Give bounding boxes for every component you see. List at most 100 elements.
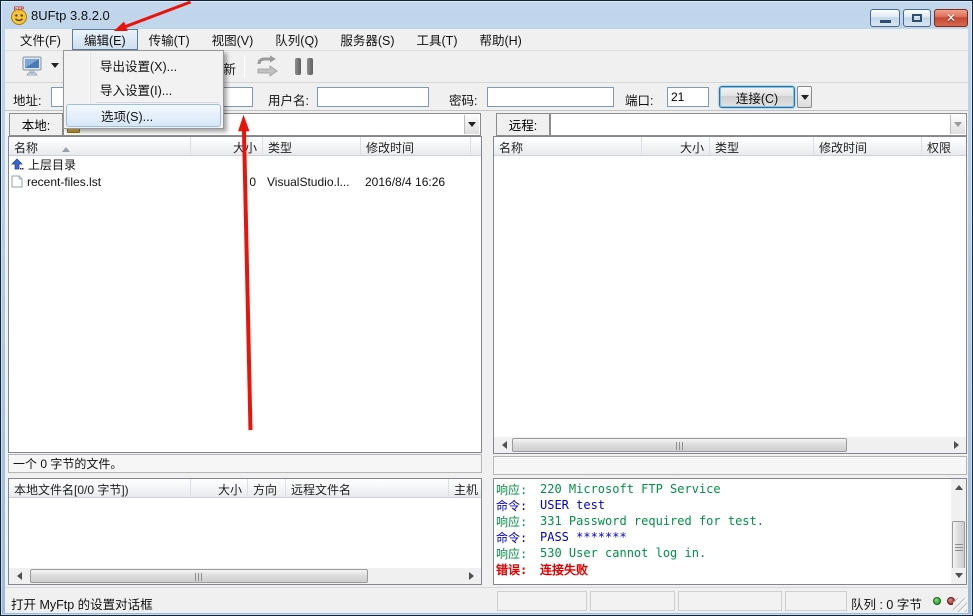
scroll-down-icon[interactable]: [951, 568, 966, 584]
chevron-down-icon: [801, 95, 809, 104]
col-local-filename[interactable]: 本地文件名[0/0 字节]): [9, 479, 191, 497]
log-row: 响应:331 Password required for test.: [494, 513, 966, 529]
minimize-button[interactable]: [870, 9, 900, 27]
connect-dropdown-icon[interactable]: [51, 63, 59, 72]
menu-help[interactable]: 帮助(H): [468, 29, 532, 50]
scroll-thumb[interactable]: [512, 438, 847, 452]
combo-arrow-button: [950, 115, 965, 134]
log-vscrollbar[interactable]: [951, 479, 966, 584]
col-modified[interactable]: 修改时间: [361, 137, 471, 155]
col-type[interactable]: 类型: [710, 137, 814, 155]
col-name[interactable]: 名称: [494, 137, 642, 155]
connect-site-button[interactable]: [13, 53, 51, 80]
remote-list-header: 名称 大小 类型 修改时间 权限: [494, 137, 966, 156]
close-button[interactable]: ✕: [934, 9, 968, 27]
col-permissions[interactable]: 权限: [922, 137, 966, 155]
list-item-file[interactable]: recent-files.lst 0 VisualStudio.l... 201…: [9, 173, 481, 190]
computer-icon: [20, 55, 44, 78]
local-tab[interactable]: 本地:: [9, 113, 63, 136]
col-size[interactable]: 大小: [642, 137, 710, 155]
remote-file-list: 名称 大小 类型 修改时间 权限: [493, 136, 967, 454]
edit-dropdown-menu: 导出设置(X)... 导入设置(I)... 选项(S)...: [63, 50, 224, 129]
scroll-up-icon[interactable]: [951, 479, 966, 495]
col-size[interactable]: 大小: [191, 137, 263, 155]
menu-edit[interactable]: 编辑(E): [72, 29, 138, 50]
port-input[interactable]: [667, 87, 709, 107]
transfer-arrows-icon: [253, 55, 281, 79]
log-row: 命令:USER test: [494, 497, 966, 513]
remote-hscrollbar[interactable]: [494, 437, 966, 453]
log-panel: 响应:220 Microsoft FTP Service 命令:USER tes…: [493, 478, 967, 585]
col-direction[interactable]: 方向: [248, 479, 286, 497]
sort-asc-icon: [62, 143, 70, 152]
queue-panel: 本地文件名[0/0 字节]) 大小 方向 远程文件名 主机: [8, 478, 482, 585]
app-window: FTP 8UFtp 3.8.2.0 ✕ 文件(F) 编辑(E) 传输(T) 视图…: [0, 0, 973, 616]
up-directory-icon: [11, 158, 24, 171]
pause-button[interactable]: [295, 58, 313, 75]
connect-options-dropdown[interactable]: [797, 86, 812, 108]
status-cell: [497, 591, 587, 611]
scroll-left-icon[interactable]: [494, 437, 510, 453]
combo-arrow-button[interactable]: [464, 115, 479, 134]
remote-tab[interactable]: 远程:: [496, 113, 550, 136]
menu-view[interactable]: 视图(V): [201, 29, 265, 50]
scroll-thumb[interactable]: [952, 521, 965, 571]
queue-hscrollbar[interactable]: [9, 568, 481, 584]
menu-file[interactable]: 文件(F): [9, 29, 72, 50]
local-status-strip: 一个 0 字节的文件。: [8, 454, 482, 473]
green-status-icon: [933, 597, 941, 605]
password-input[interactable]: [487, 87, 614, 107]
username-label: 用户名:: [268, 90, 309, 109]
chevron-down-icon: [954, 122, 962, 131]
queue-header: 本地文件名[0/0 字节]) 大小 方向 远程文件名 主机: [9, 479, 481, 498]
log-row: 响应:220 Microsoft FTP Service: [494, 481, 966, 497]
minimize-icon: [880, 20, 891, 23]
col-host[interactable]: 主机: [449, 479, 481, 497]
menu-server[interactable]: 服务器(S): [329, 29, 405, 50]
col-queue-size[interactable]: 大小: [191, 479, 248, 497]
local-status-text: 一个 0 字节的文件。: [13, 455, 122, 472]
port-label: 端口:: [625, 90, 653, 109]
username-input[interactable]: [317, 87, 429, 107]
local-file-list: 名称 大小 类型 修改时间 上层目录: [8, 136, 482, 453]
maximize-button[interactable]: [903, 9, 931, 27]
chevron-down-icon: [468, 122, 476, 131]
title-bar[interactable]: FTP 8UFtp 3.8.2.0 ✕: [1, 1, 972, 29]
file-icon: [11, 175, 23, 188]
list-item-parent-dir[interactable]: 上层目录: [9, 156, 481, 173]
svg-text:FTP: FTP: [14, 7, 25, 13]
menu-item-export-settings[interactable]: 导出设置(X)...: [66, 53, 221, 77]
app-logo-icon: FTP: [9, 5, 29, 25]
scroll-right-icon[interactable]: [950, 437, 966, 453]
remote-path-combobox[interactable]: [550, 113, 967, 136]
transfer-queue-button[interactable]: [253, 55, 281, 84]
menu-tools[interactable]: 工具(T): [406, 29, 469, 50]
local-list-header: 名称 大小 类型 修改时间: [9, 137, 481, 156]
toolbar-separator: [244, 55, 245, 78]
status-cell: [678, 591, 782, 611]
menu-transfer[interactable]: 传输(T): [138, 29, 201, 50]
col-name[interactable]: 名称: [9, 137, 191, 155]
col-remote-filename[interactable]: 远程文件名: [286, 479, 449, 497]
scroll-right-icon[interactable]: [465, 568, 481, 584]
col-type[interactable]: 类型: [263, 137, 361, 155]
log-row: 响应:530 User cannot log in.: [494, 545, 966, 561]
scroll-left-icon[interactable]: [9, 568, 25, 584]
status-cell: [785, 591, 847, 611]
menu-item-options[interactable]: 选项(S)...: [66, 104, 221, 127]
window-title: 8UFtp 3.8.2.0: [31, 8, 110, 23]
resize-grip[interactable]: [953, 598, 967, 612]
scroll-thumb[interactable]: [30, 569, 368, 583]
status-cell: [590, 591, 675, 611]
log-row: 错误:连接失败: [494, 561, 966, 577]
menu-item-import-settings[interactable]: 导入设置(I)...: [66, 77, 221, 101]
pause-icon: [295, 58, 301, 75]
menu-separator: [96, 102, 219, 103]
menu-bar: 文件(F) 编辑(E) 传输(T) 视图(V) 队列(Q) 服务器(S) 工具(…: [5, 29, 968, 51]
connect-button[interactable]: 连接(C): [719, 86, 795, 108]
col-modified[interactable]: 修改时间: [814, 137, 922, 155]
menu-queue[interactable]: 队列(Q): [264, 29, 329, 50]
refresh-button[interactable]: 新: [223, 59, 236, 78]
log-row: 命令:PASS *******: [494, 529, 966, 545]
address-label: 地址:: [13, 90, 41, 109]
